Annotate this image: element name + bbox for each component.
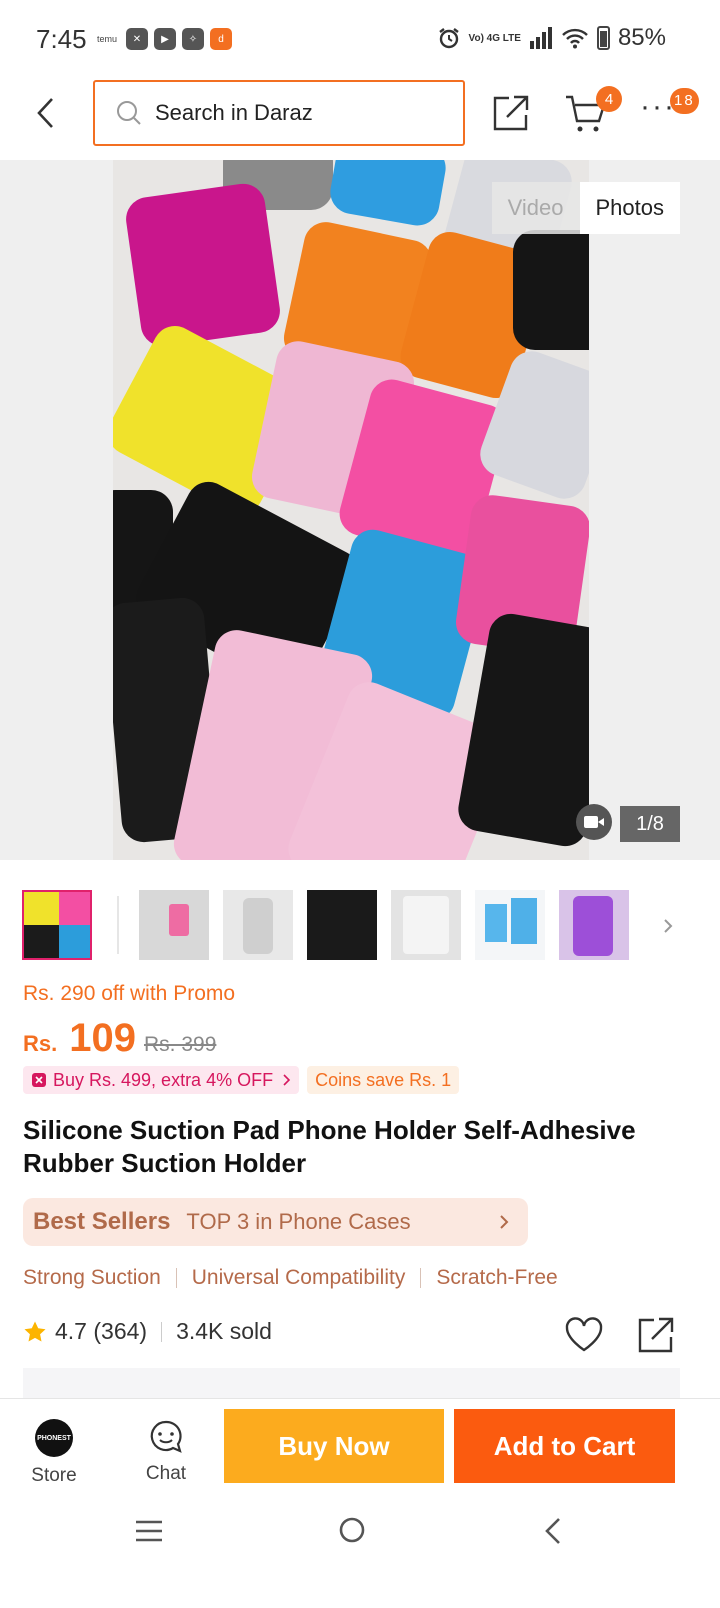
- star-icon: [24, 1321, 46, 1341]
- sold-count: 3.4K sold: [176, 1318, 272, 1344]
- daraz-icon: d: [210, 28, 232, 50]
- battery-icon: [596, 26, 610, 50]
- tab-video[interactable]: Video: [491, 182, 580, 234]
- network-indicator: Vo) 4G LTE: [468, 32, 521, 44]
- wifi-icon: [562, 28, 588, 49]
- battery-level: 85%: [617, 24, 666, 51]
- feature-tags: Strong Suction Universal Compatibility S…: [23, 1266, 558, 1290]
- search-icon: [117, 101, 141, 125]
- thumbnail-7[interactable]: [559, 890, 629, 960]
- app-icon: ✧: [182, 28, 204, 50]
- rating-row[interactable]: 4.7 (364) 3.4K sold: [23, 1318, 272, 1345]
- feature-tag: Universal Compatibility: [191, 1266, 406, 1289]
- thumbnail-6[interactable]: [475, 890, 545, 960]
- status-app-icons: temu ✕ ▶ ✧ d: [94, 28, 232, 50]
- media-tabs: Video Photos: [491, 182, 680, 234]
- rating-value: 4.7 (364): [55, 1318, 148, 1344]
- chat-label: Chat: [145, 1463, 187, 1484]
- home-icon[interactable]: [338, 1516, 366, 1544]
- thumbnail-1[interactable]: [22, 890, 92, 960]
- product-title: Silicone Suction Pad Phone Holder Self-A…: [23, 1115, 636, 1178]
- temu-icon: temu: [96, 34, 117, 44]
- bestseller-label: Best Sellers: [33, 1208, 171, 1235]
- cart-count-badge: 4: [596, 86, 622, 112]
- share-icon[interactable]: [637, 1316, 675, 1354]
- thumbnail-5[interactable]: [391, 890, 461, 960]
- offer-chips: Buy Rs. 499, extra 4% OFF Coins save Rs.…: [23, 1066, 460, 1094]
- search-input[interactable]: Search in Daraz: [93, 80, 465, 146]
- alarm-icon: [438, 28, 459, 49]
- thumbnail-3[interactable]: [223, 890, 293, 960]
- price-row: Rs. 109 Rs. 399: [23, 1016, 216, 1061]
- price-value: 109: [69, 1016, 136, 1060]
- system-navigation-bar: [0, 1494, 720, 1608]
- back-arrow-icon[interactable]: [30, 96, 64, 130]
- chevron-right-icon: [500, 1215, 509, 1229]
- bestseller-banner[interactable]: Best Sellers TOP 3 in Phone Cases: [23, 1198, 528, 1246]
- bestseller-rank: TOP 3 in Phone Cases: [186, 1209, 411, 1234]
- more-button[interactable]: ··· 18: [640, 88, 699, 124]
- buy-now-button[interactable]: Buy Now: [224, 1409, 444, 1483]
- add-to-cart-button[interactable]: Add to Cart: [454, 1409, 675, 1483]
- video-indicator-icon[interactable]: [576, 804, 612, 840]
- rating-divider: [161, 1321, 163, 1342]
- share-icon[interactable]: [492, 94, 530, 132]
- youtube-icon: ▶: [154, 28, 176, 50]
- cart-button[interactable]: 4: [564, 86, 622, 134]
- chevron-right-icon: [283, 1074, 291, 1086]
- chat-icon: [150, 1420, 182, 1453]
- next-section-preview: [23, 1368, 680, 1398]
- status-right: Vo) 4G LTE 85%: [437, 24, 666, 52]
- status-time: 7:45: [36, 24, 87, 54]
- thumbnail-4[interactable]: [307, 890, 377, 960]
- more-count-badge: 18: [670, 88, 699, 114]
- image-counter: 1/8: [620, 806, 680, 842]
- product-photo[interactable]: [113, 160, 589, 860]
- status-bar: 7:45 temu ✕ ▶ ✧ d Vo) 4G LTE 85%: [0, 0, 720, 80]
- price-currency: Rs.: [23, 1031, 58, 1056]
- thumbnail-2[interactable]: [139, 890, 209, 960]
- coins-chip[interactable]: Coins save Rs. 1: [307, 1066, 460, 1094]
- top-header: Search in Daraz 4 ··· 18: [0, 80, 720, 160]
- tab-photos[interactable]: Photos: [579, 182, 680, 234]
- search-placeholder: Search in Daraz: [155, 100, 313, 125]
- nav-back-icon[interactable]: [542, 1516, 564, 1546]
- bottom-action-bar: PHONEST Store Chat Buy Now Add to Cart: [0, 1398, 720, 1494]
- promo-text: Rs. 290 off with Promo: [23, 982, 236, 1005]
- voucher-chip[interactable]: Buy Rs. 499, extra 4% OFF: [23, 1066, 300, 1094]
- capcut-icon: ✕: [126, 28, 148, 50]
- wishlist-heart-icon[interactable]: [564, 1316, 604, 1354]
- voucher-chip-label: Buy Rs. 499, extra 4% OFF: [53, 1069, 274, 1090]
- feature-tag: Scratch-Free: [436, 1266, 558, 1289]
- feature-tag: Strong Suction: [23, 1266, 161, 1289]
- feature-divider: [420, 1268, 422, 1288]
- thumbnail-strip: [0, 860, 720, 970]
- original-price: Rs. 399: [144, 1033, 217, 1056]
- store-label: Store: [31, 1465, 77, 1486]
- store-logo: PHONEST: [35, 1419, 73, 1457]
- voucher-icon: [32, 1073, 46, 1087]
- store-button[interactable]: PHONEST Store: [20, 1419, 88, 1495]
- thumbnail-divider: [117, 896, 119, 954]
- chevron-right-icon[interactable]: [660, 916, 676, 936]
- recent-apps-icon[interactable]: [134, 1518, 164, 1544]
- product-image-gallery[interactable]: Video Photos 1/8: [0, 160, 720, 860]
- chat-button[interactable]: Chat: [132, 1419, 200, 1495]
- feature-divider: [175, 1268, 177, 1288]
- signal-icon: [529, 27, 552, 49]
